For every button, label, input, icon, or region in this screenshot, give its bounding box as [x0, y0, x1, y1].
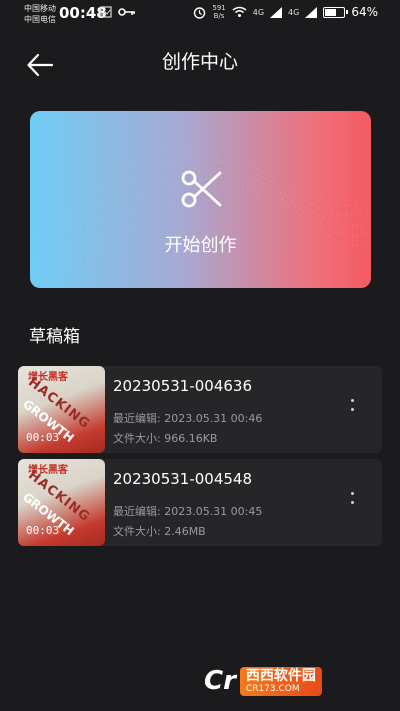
draft-duration: 00:03 — [26, 524, 60, 537]
signal-label-2: 4G — [288, 7, 300, 17]
watermark-logo-mark: Cr — [204, 666, 236, 696]
key-icon — [118, 8, 135, 16]
wifi-icon — [232, 6, 247, 17]
draft-item[interactable]: 增长黑客 HACKING GROWTH 00:03 20230531-00463… — [18, 366, 382, 453]
more-options-icon[interactable] — [346, 399, 358, 423]
battery-percent: 64% — [351, 5, 378, 19]
signal-icon-2 — [305, 6, 318, 18]
battery-icon — [323, 6, 349, 18]
carrier-info: 中国移动 中国电信 — [24, 3, 56, 25]
draft-name: 20230531-004548 — [113, 470, 253, 488]
start-creation-label: 开始创作 — [164, 235, 237, 256]
draft-file-size: 文件大小: 2.46MB — [113, 525, 206, 538]
carrier-2: 中国电信 — [24, 15, 56, 24]
status-bar: 中国移动 中国电信 00:48 591 B/s 4G 4G 64% — [0, 0, 400, 28]
more-options-icon[interactable] — [346, 492, 358, 516]
drafts-title: 草稿箱 — [29, 327, 80, 347]
status-left-icons — [100, 6, 136, 18]
draft-duration: 00:03 — [26, 431, 60, 444]
status-right-icons: 591 B/s 4G 4G 64% — [193, 4, 378, 20]
watermark-url: CR173.COM — [245, 683, 300, 694]
image-notification-icon — [100, 6, 112, 18]
draft-thumbnail: 增长黑客 HACKING GROWTH 00:03 — [18, 366, 105, 453]
network-speed: 591 B/s — [212, 4, 226, 20]
carrier-1: 中国移动 — [24, 4, 56, 13]
draft-file-size: 文件大小: 966.16KB — [113, 432, 218, 445]
draft-edited-time: 最近编辑: 2023.05.31 00:45 — [113, 505, 263, 518]
watermark-name: 西西软件园 — [245, 667, 316, 684]
draft-edited-time: 最近编辑: 2023.05.31 00:46 — [113, 412, 263, 425]
draft-item[interactable]: 增长黑客 HACKING GROWTH 00:03 20230531-00454… — [18, 459, 382, 546]
alarm-icon — [194, 6, 206, 19]
signal-icon-1 — [270, 6, 283, 18]
page-title: 创作中心 — [161, 51, 238, 73]
battery-fill — [325, 8, 337, 16]
start-creation-card[interactable]: 开始创作 — [30, 111, 371, 288]
draft-name: 20230531-004636 — [113, 377, 253, 395]
draft-thumbnail: 增长黑客 HACKING GROWTH 00:03 — [18, 459, 105, 546]
watermark-box: 西西软件园 CR173.COM — [239, 666, 322, 696]
watermark-logo: Cr 西西软件园 CR173.COM — [204, 660, 380, 702]
signal-label-1: 4G — [252, 7, 265, 17]
scissors-icon — [181, 170, 222, 208]
